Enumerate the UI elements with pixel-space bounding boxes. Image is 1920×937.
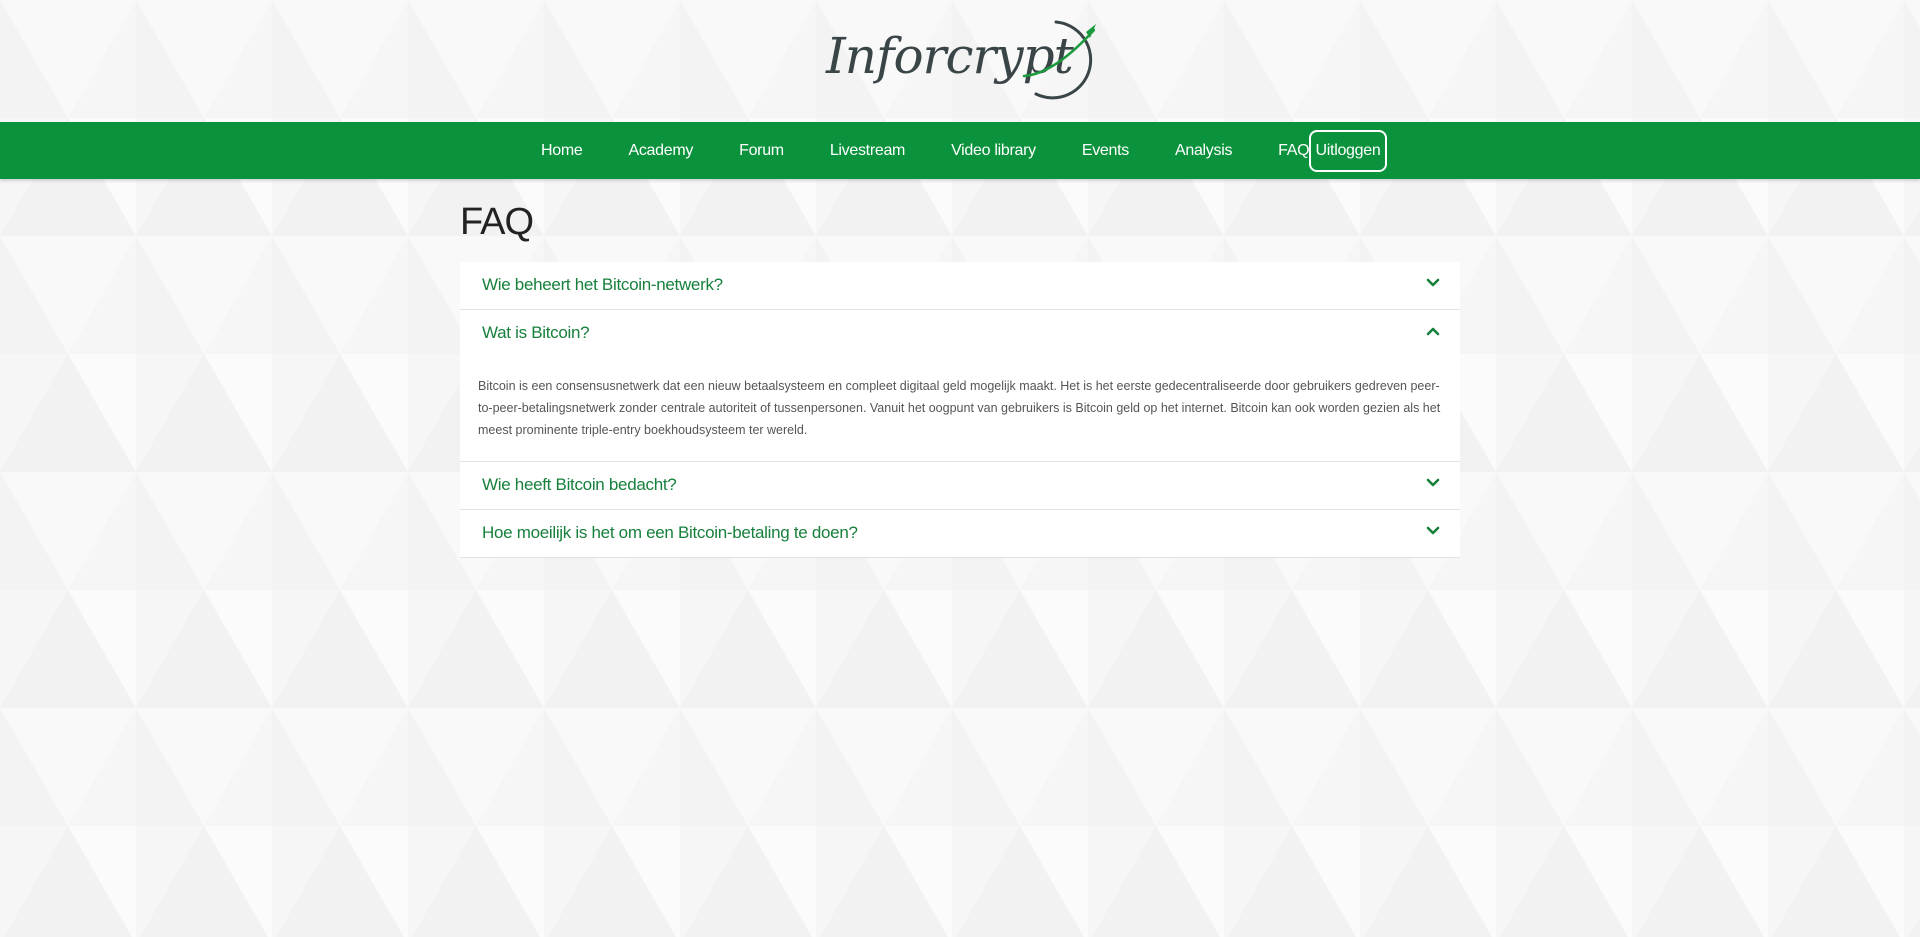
nav-item-analysis[interactable]: Analysis: [1152, 122, 1255, 179]
main-content: FAQ Wie beheert het Bitcoin-netwerk? Wat…: [460, 196, 1460, 558]
header: Inforcrypt: [0, 0, 1920, 122]
logout-button[interactable]: Uitloggen: [1309, 130, 1387, 172]
main-navbar: Home Academy Forum Livestream Video libr…: [0, 122, 1920, 179]
faq-question-text: Wie beheert het Bitcoin-netwerk?: [482, 275, 723, 294]
site-logo[interactable]: Inforcrypt: [826, 18, 1098, 104]
faq-question-toggle[interactable]: Hoe moeilijk is het om een Bitcoin-betal…: [460, 510, 1460, 557]
faq-item: Wie heeft Bitcoin bedacht?: [460, 462, 1460, 510]
faq-item: Hoe moeilijk is het om een Bitcoin-betal…: [460, 510, 1460, 558]
nav-item-video-library[interactable]: Video library: [928, 122, 1059, 179]
nav-item-livestream[interactable]: Livestream: [807, 122, 928, 179]
nav-list: Home Academy Forum Livestream Video libr…: [518, 122, 1332, 179]
faq-accordion: Wie beheert het Bitcoin-netwerk? Wat is …: [460, 262, 1460, 558]
faq-question-toggle[interactable]: Wie beheert het Bitcoin-netwerk?: [460, 262, 1460, 309]
nav-item-academy[interactable]: Academy: [605, 122, 716, 179]
faq-question-text: Wie heeft Bitcoin bedacht?: [482, 475, 677, 494]
faq-question-toggle[interactable]: Wie heeft Bitcoin bedacht?: [460, 462, 1460, 509]
faq-item: Wie beheert het Bitcoin-netwerk?: [460, 262, 1460, 310]
chevron-up-icon: [1426, 327, 1440, 336]
faq-question-text: Hoe moeilijk is het om een Bitcoin-betal…: [482, 523, 858, 542]
chevron-down-icon: [1426, 278, 1440, 287]
faq-item: Wat is Bitcoin? Bitcoin is een consensus…: [460, 310, 1460, 462]
chevron-down-icon: [1426, 526, 1440, 535]
page-title: FAQ: [460, 201, 534, 243]
faq-answer: Bitcoin is een consensusnetwerk dat een …: [478, 379, 1441, 437]
nav-item-forum[interactable]: Forum: [716, 122, 807, 179]
faq-question-toggle[interactable]: Wat is Bitcoin?: [460, 310, 1460, 357]
nav-item-events[interactable]: Events: [1059, 122, 1152, 179]
faq-question-text: Wat is Bitcoin?: [482, 323, 590, 342]
chevron-down-icon: [1426, 478, 1440, 487]
nav-item-home[interactable]: Home: [518, 122, 605, 179]
logo-orbit-icon: [1022, 20, 1096, 100]
